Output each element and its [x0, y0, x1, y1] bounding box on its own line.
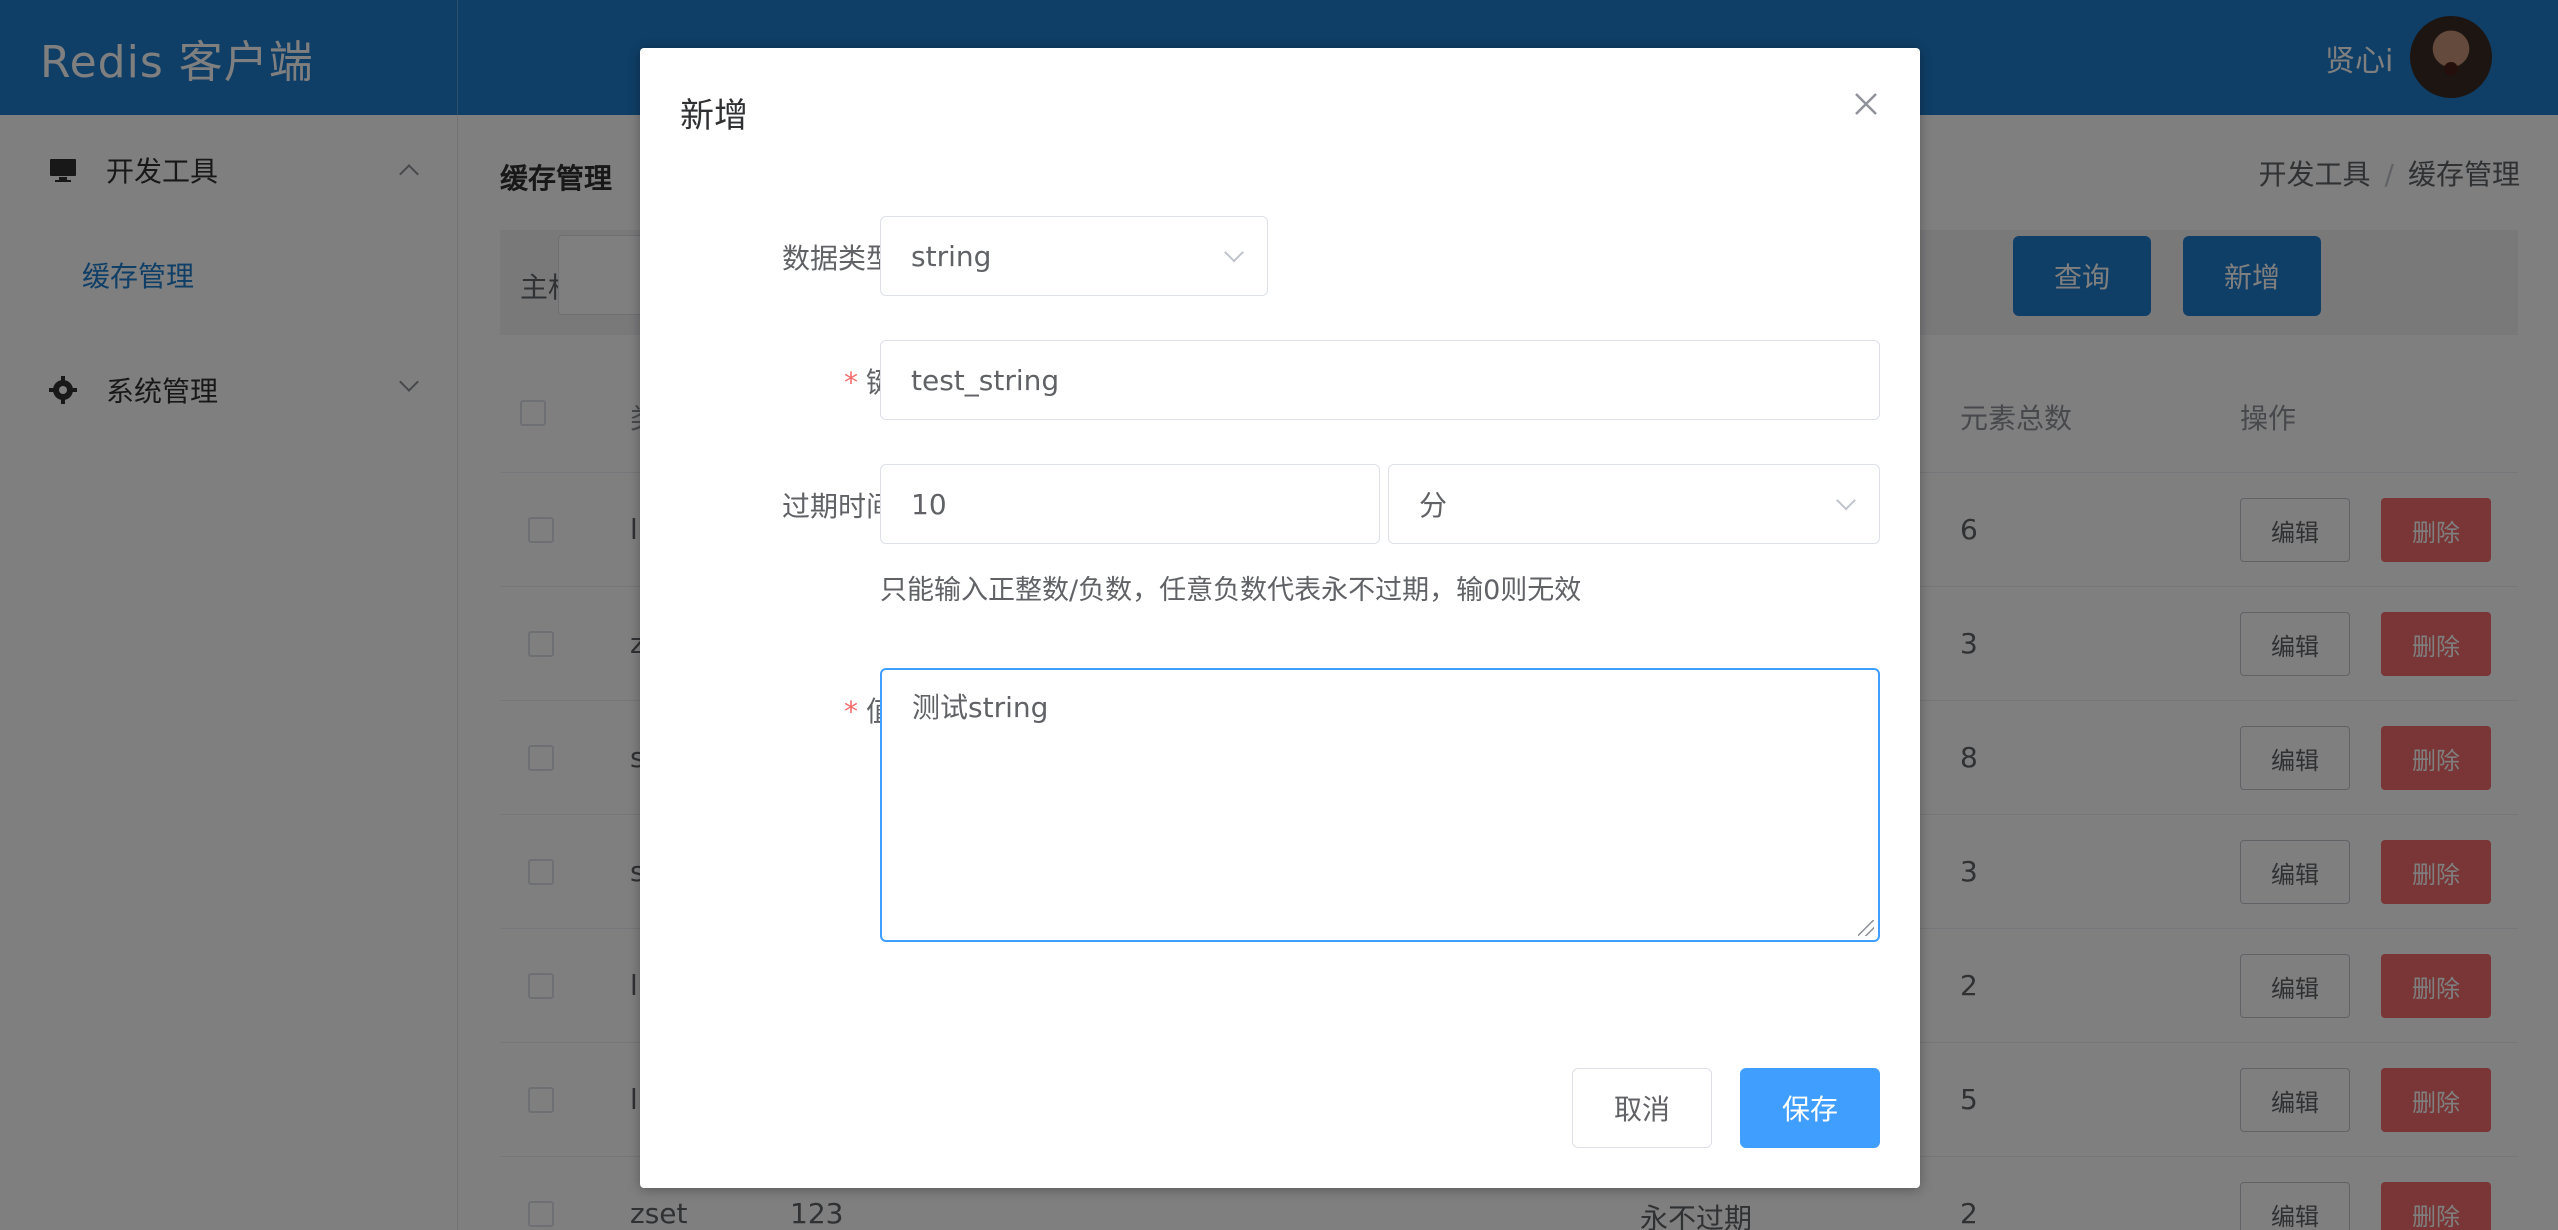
chevron-down-icon: [1224, 242, 1244, 263]
expire-label: 过期时间: [781, 490, 894, 523]
key-value: test_string: [911, 363, 1060, 397]
save-button[interactable]: 保存: [1740, 1068, 1880, 1148]
dialog-title: 新增: [680, 96, 748, 136]
cancel-button[interactable]: 取消: [1572, 1068, 1712, 1148]
required-mark: *: [843, 695, 858, 728]
data-type-select[interactable]: string: [880, 216, 1268, 296]
close-icon[interactable]: [1850, 88, 1882, 120]
value-text: 测试string: [912, 691, 1049, 724]
chevron-down-icon: [1836, 490, 1856, 511]
expire-input[interactable]: 10: [880, 464, 1380, 544]
required-mark: *: [843, 366, 858, 399]
resize-handle[interactable]: [1858, 920, 1874, 936]
data-type-label: 数据类型: [781, 242, 894, 275]
data-type-value: string: [911, 239, 992, 273]
key-input[interactable]: test_string: [880, 340, 1880, 420]
add-dialog: 新增 数据类型 string *键 test_string 过期时间 10 分 …: [640, 48, 1920, 1188]
value-textarea[interactable]: 测试string: [880, 668, 1880, 942]
expire-unit-value: 分: [1419, 489, 1448, 522]
expire-hint: 只能输入正整数/负数，任意负数代表永不过期，输0则无效: [880, 575, 1582, 606]
expire-value: 10: [911, 487, 947, 521]
expire-unit-select[interactable]: 分: [1388, 464, 1880, 544]
